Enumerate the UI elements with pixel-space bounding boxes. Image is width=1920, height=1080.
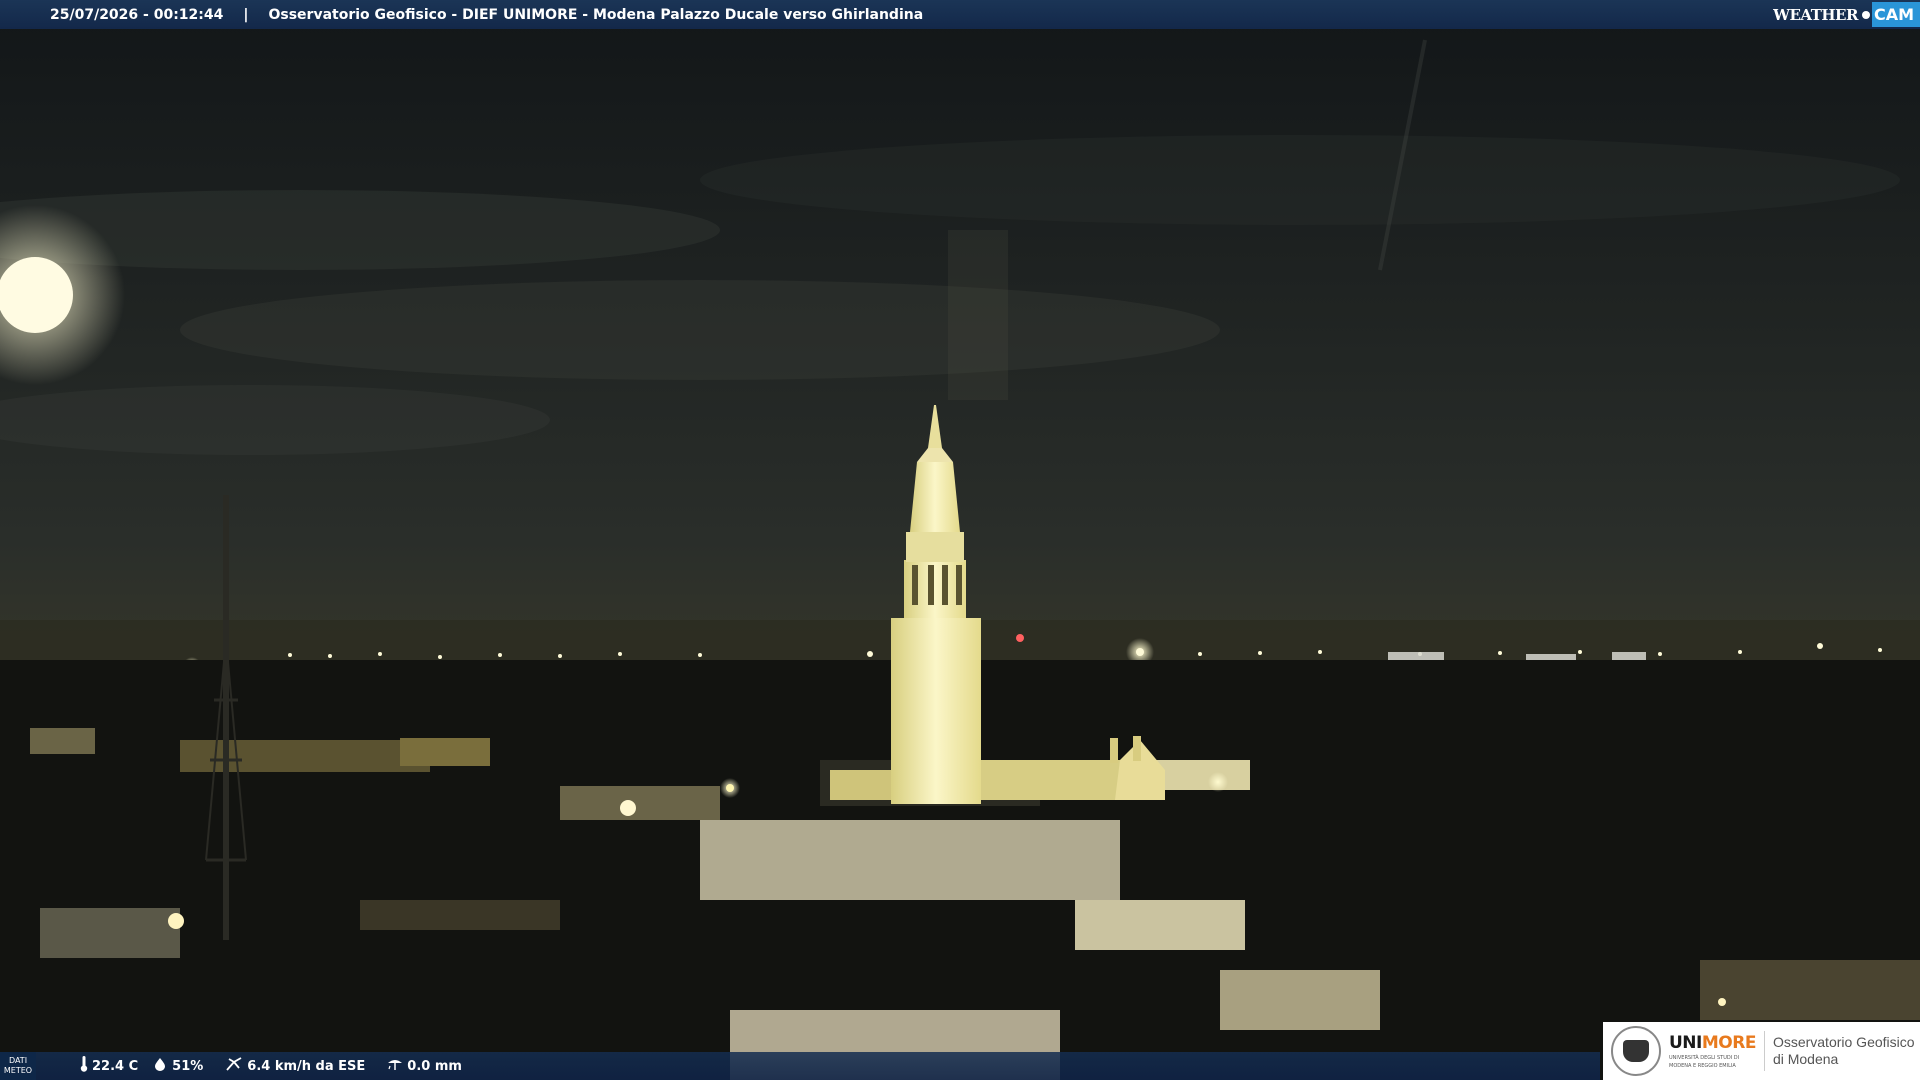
humidity-value: 51% [172, 1058, 204, 1074]
unimore-sub2: MODENA E REGGIO EMILIA [1669, 1063, 1736, 1069]
separator: | [243, 6, 249, 23]
thermometer-icon [80, 1056, 88, 1076]
humidity-reading: 51% [154, 1057, 203, 1075]
meteo-label: DATI METEO [0, 1052, 36, 1080]
temperature-reading: 22.4 C [80, 1056, 138, 1076]
brand-dot-icon [1861, 10, 1870, 19]
rain-reading: 0.0 mm [387, 1057, 462, 1075]
rain-value: 0.0 mm [407, 1058, 462, 1074]
weathercam-logo: WEATHER CAM [1773, 0, 1920, 29]
moon-core [0, 257, 73, 333]
temperature-value: 22.4 C [92, 1058, 139, 1074]
unimore-sub1: UNIVERSITÀ DEGLI STUDI DI [1669, 1055, 1740, 1061]
unimore-uni: UNI [1669, 1033, 1702, 1053]
lens-reflection [948, 230, 1008, 400]
wind-icon [225, 1056, 243, 1076]
meteo-label-line2: METEO [3, 1066, 33, 1075]
brand-weather: WEATHER [1773, 5, 1858, 24]
unimore-wordmark: UNIMORE UNIVERSITÀ DEGLI STUDI DI MODENA… [1669, 1033, 1756, 1069]
cloud [180, 280, 1220, 380]
timestamp: 25/07/2026 - 00:12:44 [50, 6, 224, 23]
top-info-bar: 25/07/2026 - 00:12:44 | Osservatorio Geo… [0, 0, 1920, 29]
street-light [1718, 998, 1726, 1006]
observatory-line2: di Modena [1772, 1051, 1839, 1067]
unimore-logo-box: UNIMORE UNIVERSITÀ DEGLI STUDI DI MODENA… [1603, 1022, 1920, 1080]
street-light [168, 913, 184, 929]
meteo-bar: DATI METEO 22.4 C 51% 6.4 km/h da ESE 0.… [0, 1052, 1600, 1080]
rain-gauge-icon [387, 1057, 403, 1075]
unimore-seal-icon [1611, 1026, 1661, 1076]
cloud [700, 135, 1900, 225]
camera-title: Osservatorio Geofisico - DIEF UNIMORE - … [268, 6, 924, 23]
webcam-night-scene [0, 0, 1920, 1080]
unimore-more: MORE [1701, 1033, 1757, 1053]
logo-divider [1763, 1031, 1765, 1071]
wind-reading: 6.4 km/h da ESE [225, 1056, 365, 1076]
wind-value: 6.4 km/h da ESE [247, 1058, 366, 1074]
observatory-name: Osservatorio Geofisico di Modena [1773, 1034, 1915, 1068]
humidity-drop-icon [154, 1057, 168, 1075]
observatory-line1: Osservatorio Geofisico [1772, 1034, 1915, 1050]
brand-cam: CAM [1871, 2, 1920, 27]
meteo-label-line1: DATI [8, 1056, 28, 1065]
